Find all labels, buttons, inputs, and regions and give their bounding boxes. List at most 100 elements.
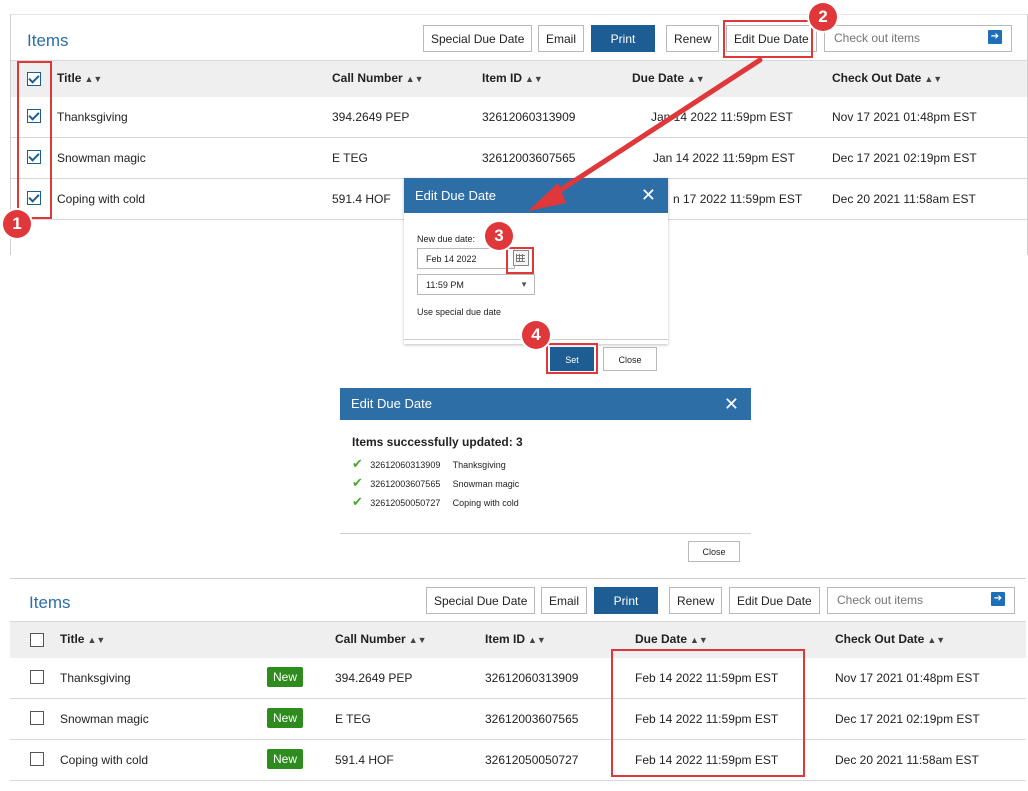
cell-title[interactable]: Coping with cold [57,179,145,219]
result-item: ✔ 32612003607565 Snowman magic [352,475,519,491]
due-time-select[interactable]: 11:59 PM ▼ [417,274,535,295]
col-call-number-label: Call Number [332,71,403,85]
renew-button[interactable]: Renew [666,25,720,52]
col-check-out-date[interactable]: Check Out Date ▲▼ [832,61,942,96]
row-checkbox[interactable] [30,670,44,684]
table-row[interactable]: Snowman magic New E TEG 32612003607565 F… [10,699,1026,740]
col-title[interactable]: Title ▲▼ [57,61,102,96]
step-2-badge: 2 [809,3,837,31]
result-item-id: 32612050050727 [370,498,441,508]
cell-title[interactable]: Snowman magic [60,699,149,739]
col-item-id[interactable]: Item ID ▲▼ [482,61,543,96]
sort-icon: ▲▼ [687,74,705,84]
cell-item-id: 32612050050727 [485,753,579,767]
highlight-edit-due-date [723,20,813,58]
print-button[interactable]: Print [591,25,655,52]
new-badge: New [267,708,304,728]
row-checkbox[interactable] [30,711,44,725]
highlight-new-due-dates [611,649,805,777]
new-badge: New [267,749,304,769]
close-icon[interactable]: ✕ [641,178,656,213]
renew-button[interactable]: Renew [669,587,723,614]
cell-check-out-date: Dec 20 2021 11:58am EST [835,753,979,767]
result-item-title: Snowman magic [452,479,520,489]
new-badge: New [267,667,304,687]
cell-check-out-date: Nov 17 2021 01:48pm EST [832,110,977,124]
step-3-badge: 3 [485,222,513,250]
checkout-box: ➔ [824,25,1012,52]
row-checkbox[interactable] [30,752,44,766]
col-call-number[interactable]: Call Number ▲▼ [335,622,427,657]
result-item-title: Thanksgiving [452,460,506,470]
table-row[interactable]: Thanksgiving 394.2649 PEP 32612060313909… [11,97,1027,138]
checkout-box: ➔ [827,587,1015,614]
sort-icon: ▲▼ [87,635,106,645]
result-item: ✔ 32612050050727 Coping with cold [352,494,519,510]
table-header: Title ▲▼ Call Number ▲▼ Item ID ▲▼ Due Date… [11,60,1027,98]
table-row[interactable]: Snowman magic E TEG 32612003607565 Jan 1… [11,138,1027,179]
cell-item-id: 32612060313909 [482,110,576,124]
dialog-title: Edit Due Date [415,188,496,203]
col-check-out-date-label: Check Out Date [832,71,922,85]
check-icon: ✔ [352,475,363,490]
close-button[interactable]: Close [603,347,657,371]
sort-icon: ▲▼ [408,635,427,645]
sort-icon: ▲▼ [528,635,546,645]
cell-title[interactable]: Thanksgiving [60,658,131,698]
col-due-date[interactable]: Due Date ▲▼ [632,61,705,96]
special-due-date-button[interactable]: Special Due Date [426,587,536,614]
col-item-id-label: Item ID [482,71,523,85]
special-due-date-button[interactable]: Special Due Date [423,25,533,52]
items-title: Items [27,31,69,50]
checkout-input[interactable] [828,588,987,612]
edit-due-date-dialog: Edit Due Date ✕ New due date: Feb 14 202… [404,178,668,344]
cell-title[interactable]: Coping with cold [60,740,148,780]
col-check-out-date[interactable]: Check Out Date ▲▼ [835,622,945,657]
cell-call-number: 591.4 HOF [332,192,391,206]
close-icon[interactable]: ✕ [724,388,739,420]
sort-icon: ▲▼ [690,635,708,645]
col-title-label: Title [60,632,85,646]
dialog-header: Edit Due Date ✕ [340,388,751,420]
email-button[interactable]: Email [541,587,588,614]
cell-title[interactable]: Thanksgiving [57,97,128,137]
cell-call-number: E TEG [335,712,371,726]
sort-icon: ▲▼ [525,74,543,84]
cell-check-out-date: Dec 20 2021 11:58am EST [832,192,976,206]
print-button[interactable]: Print [594,587,658,614]
due-date-input[interactable]: Feb 14 2022 [417,248,515,269]
cell-item-id: 32612003607565 [482,151,576,165]
submit-arrow-icon[interactable]: ➔ [988,30,1002,44]
checkout-input[interactable] [825,26,984,50]
submit-arrow-icon[interactable]: ➔ [991,592,1005,606]
cell-due-date: Jan 14 2022 11:59pm EST [651,110,793,124]
close-button[interactable]: Close [688,541,740,562]
result-item-id: 32612003607565 [370,479,441,489]
sort-icon: ▲▼ [84,74,103,84]
cell-item-id: 32612060313909 [485,671,579,685]
result-item: ✔ 32612060313909 Thanksgiving [352,456,506,472]
due-time-value: 11:59 PM [426,280,464,290]
cell-call-number: 394.2649 PEP [332,110,410,124]
col-title[interactable]: Title ▲▼ [60,622,105,657]
edit-due-date-button[interactable]: Edit Due Date [729,587,820,614]
cell-due-date: Jan 14 2022 11:59pm EST [653,151,795,165]
col-call-number[interactable]: Call Number ▲▼ [332,61,424,96]
col-check-out-date-label: Check Out Date [835,632,925,646]
dialog-header: Edit Due Date ✕ [404,178,668,213]
table-row[interactable]: Coping with cold New 591.4 HOF 326120500… [10,740,1026,781]
use-special-due-date-link[interactable]: Use special due date [417,307,501,317]
items-title: Items [29,593,71,612]
cell-call-number: 394.2649 PEP [335,671,413,685]
select-all-checkbox[interactable] [30,633,44,647]
cell-item-id: 32612003607565 [485,712,579,726]
col-item-id[interactable]: Item ID ▲▼ [485,622,546,657]
table-row[interactable]: Thanksgiving New 394.2649 PEP 3261206031… [10,658,1026,699]
dialog-title: Edit Due Date [351,396,432,411]
cell-title[interactable]: Snowman magic [57,138,146,178]
step-1-badge: 1 [3,210,31,238]
cell-check-out-date: Nov 17 2021 01:48pm EST [835,671,980,685]
check-icon: ✔ [352,494,363,509]
cell-due-date: n 17 2022 11:59pm EST [673,192,803,206]
email-button[interactable]: Email [538,25,585,52]
